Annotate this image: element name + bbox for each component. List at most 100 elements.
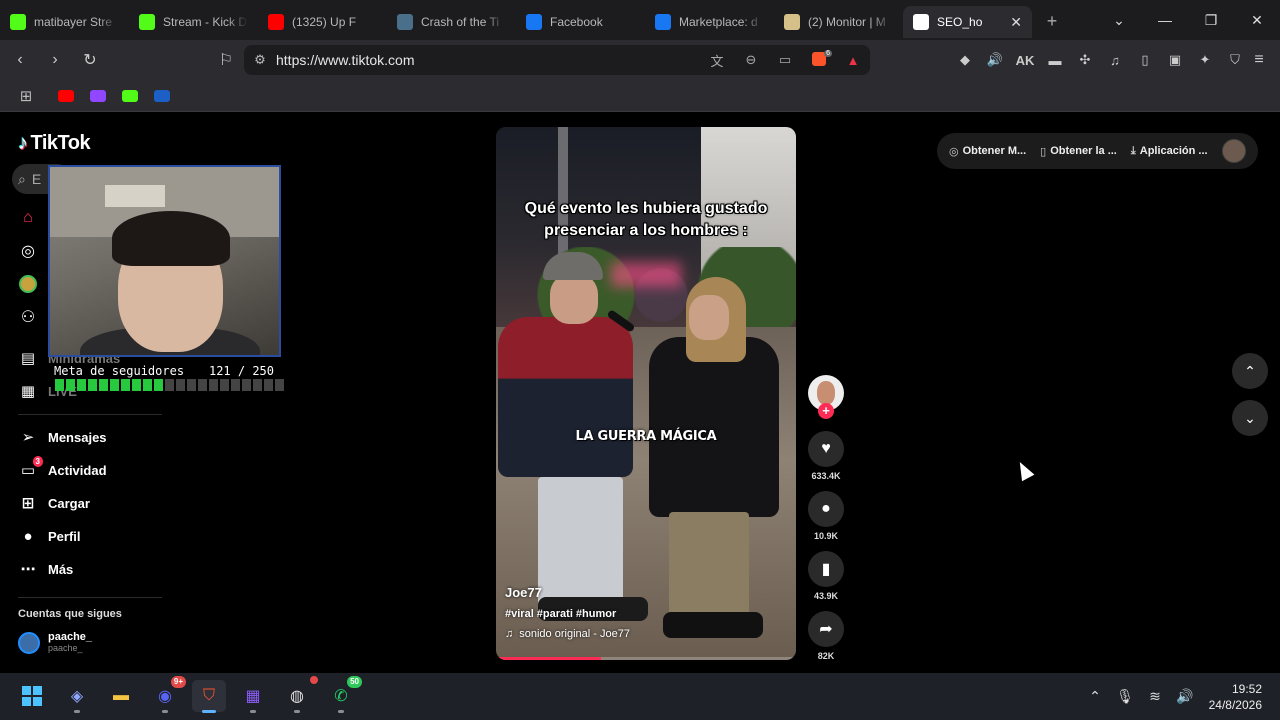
bookmark-save-icon[interactable]: ▮ xyxy=(808,551,844,587)
tab-list: matibayer Stre Stream - Kick D (1325) Up F… xyxy=(0,2,1032,38)
close-window-button[interactable]: ✕ xyxy=(1234,0,1280,40)
friends-icon[interactable]: ⚇ xyxy=(18,307,38,327)
like-count: 633.4K xyxy=(811,471,841,481)
comment-action[interactable]: ● 10.9K xyxy=(808,491,844,541)
leo-ai-icon[interactable]: ✦ xyxy=(1190,52,1220,68)
apps-icon[interactable]: ▦ xyxy=(236,680,270,713)
bookmark-icon[interactable]: ⚐ xyxy=(211,45,241,75)
ak-extension-icon[interactable]: AK xyxy=(1010,53,1040,68)
microphone-icon[interactable]: 🎙 xyxy=(1110,688,1140,705)
forward-button[interactable]: › xyxy=(40,45,70,75)
kick-bookmark-icon[interactable] xyxy=(114,84,146,108)
bookmarks-bar: ⊞ xyxy=(0,80,1280,112)
cast-icon[interactable]: ▭ xyxy=(768,52,802,68)
video-hashtags[interactable]: #viral #parati #humor xyxy=(505,608,630,620)
video-progress-bar[interactable] xyxy=(496,657,796,660)
mouse-cursor xyxy=(1013,458,1035,482)
brave-browser-icon[interactable]: ⛉ xyxy=(192,680,226,713)
browser-tab-bar: matibayer Stre Stream - Kick D (1325) Up F… xyxy=(0,0,1280,40)
sidebar-item-perfil[interactable]: ● Perfil xyxy=(18,524,80,548)
get-app-button[interactable]: ▯ Obtener la ... xyxy=(1040,145,1117,158)
obs-icon[interactable]: ◍ xyxy=(280,676,318,713)
video-author[interactable]: Joe77 xyxy=(505,585,630,600)
tab-search-icon[interactable]: ⌄ xyxy=(1096,0,1142,40)
translate-icon[interactable]: 文 xyxy=(700,51,734,70)
browser-tab[interactable]: Marketplace: d xyxy=(645,6,774,38)
rewards-icon[interactable]: ▲ xyxy=(836,53,870,68)
zoom-icon[interactable]: ⊖ xyxy=(734,52,768,68)
sidebar-item-cargar[interactable]: ⊞ Cargar xyxy=(18,491,90,515)
restore-button[interactable]: ❐ xyxy=(1188,0,1234,40)
youtube-icon xyxy=(268,14,284,30)
browser-tab[interactable]: matibayer Stre xyxy=(0,6,129,38)
browser-tab[interactable]: SEO_ho ✕ xyxy=(903,6,1032,38)
clock[interactable]: 19:52 24/8/2026 xyxy=(1200,681,1280,713)
puzzle-icon[interactable]: ✣ xyxy=(1070,52,1100,68)
send-icon: ➢ xyxy=(21,429,35,446)
wallet-icon[interactable]: ▣ xyxy=(1160,52,1190,68)
extension-icon[interactable]: ◆ xyxy=(950,52,980,68)
back-button[interactable]: ‹ xyxy=(5,45,35,75)
sidebar-item-más[interactable]: ⋯ Más xyxy=(18,557,74,581)
goal-segment xyxy=(55,379,64,391)
file-explorer-icon[interactable]: ▬ xyxy=(104,680,138,712)
following-account[interactable]: paache_ paache_ xyxy=(18,631,92,654)
sidebar-toggle-icon[interactable]: ▯ xyxy=(1130,52,1160,68)
reload-button[interactable]: ↻ xyxy=(75,45,105,75)
previous-video-button[interactable]: ⌃ xyxy=(1232,353,1268,389)
twitch-bookmark-icon[interactable] xyxy=(82,84,114,108)
whatsapp-icon[interactable]: ✆ 50 xyxy=(324,676,362,713)
video-music[interactable]: ♫ sonido original - Joe77 xyxy=(505,628,630,640)
youtube-bookmark-icon[interactable] xyxy=(50,84,82,108)
menu-icon[interactable]: ≡ xyxy=(1244,45,1274,75)
like-action[interactable]: ♥ 633.4K xyxy=(808,431,844,481)
get-coins-button[interactable]: ◎ Obtener M... xyxy=(949,145,1026,158)
follow-plus-button[interactable]: + xyxy=(818,403,834,419)
tray-chevron-icon[interactable]: ⌃ xyxy=(1080,688,1110,705)
media-extension-icon[interactable]: ▬ xyxy=(1040,53,1070,68)
other-bookmark-icon[interactable] xyxy=(146,84,178,108)
sidebar-item-mensajes[interactable]: ➢ Mensajes xyxy=(18,425,107,449)
new-tab-button[interactable]: + xyxy=(1032,11,1072,32)
audio-icon[interactable]: 🔊 xyxy=(980,52,1010,68)
browser-tab[interactable]: (2) Monitor | M xyxy=(774,6,903,38)
discord-icon[interactable]: ◉ 9+ xyxy=(148,676,186,713)
share-action[interactable]: ➦ 82K xyxy=(808,611,844,661)
browser-tab[interactable]: (1325) Up F xyxy=(258,6,387,38)
save-action[interactable]: ▮ 43.9K xyxy=(808,551,844,601)
goal-segment xyxy=(88,379,97,391)
profile-avatar[interactable] xyxy=(1221,139,1246,163)
video-info: Joe77 #viral #parati #humor ♫ sonido ori… xyxy=(505,585,630,640)
desktop-app-button[interactable]: ⤓ Aplicación ... xyxy=(1131,145,1208,158)
browser-tab[interactable]: Crash of the Ti xyxy=(387,6,516,38)
minimize-button[interactable]: — xyxy=(1142,0,1188,40)
url-text[interactable]: https://www.tiktok.com xyxy=(276,52,700,68)
share-icon[interactable]: ➦ xyxy=(808,611,844,647)
site-settings-icon[interactable]: ⚙ xyxy=(244,52,276,68)
video-player[interactable]: Qué evento les hubiera gustado presencia… xyxy=(496,127,796,660)
video-progress-fill xyxy=(496,657,601,660)
app-icon[interactable]: ◈ xyxy=(60,680,94,713)
volume-icon[interactable]: 🔊 xyxy=(1170,688,1200,705)
next-video-button[interactable]: ⌄ xyxy=(1232,400,1268,436)
wifi-icon[interactable]: ≋ xyxy=(1140,688,1170,705)
tiktok-logo[interactable]: ♪ TikTok xyxy=(18,132,91,155)
windows-taskbar: ◈ ▬ ◉ 9+ ⛉ ▦ ◍ ✆ 50 ⌃ 🎙 ≋ 🔊 19:52 24/8/202… xyxy=(0,673,1280,720)
address-bar[interactable]: ⚙ https://www.tiktok.com 文 ⊖ ▭ 6 ▲ xyxy=(244,45,870,75)
browser-tab[interactable]: Facebook xyxy=(516,6,645,38)
start-button[interactable] xyxy=(15,680,49,712)
apps-grid-icon[interactable]: ⊞ xyxy=(10,84,42,108)
comment-icon[interactable]: ● xyxy=(808,491,844,527)
close-tab-icon[interactable]: ✕ xyxy=(1010,14,1022,31)
tab-label: Facebook xyxy=(550,15,603,29)
sidebar-item-actividad[interactable]: ▭ 3 Actividad xyxy=(18,456,107,482)
tab-label: SEO_ho xyxy=(937,15,983,29)
following-avatar-icon[interactable] xyxy=(18,274,38,294)
music-icon[interactable]: ♫ xyxy=(1100,53,1130,68)
brave-shield-icon[interactable]: 6 xyxy=(802,49,836,69)
explore-icon[interactable]: ◎ xyxy=(18,241,38,261)
webcam-hair xyxy=(112,211,230,266)
heart-icon[interactable]: ♥ xyxy=(808,431,844,467)
browser-tab[interactable]: Stream - Kick D xyxy=(129,6,258,38)
home-icon[interactable]: ⌂ xyxy=(18,208,38,228)
